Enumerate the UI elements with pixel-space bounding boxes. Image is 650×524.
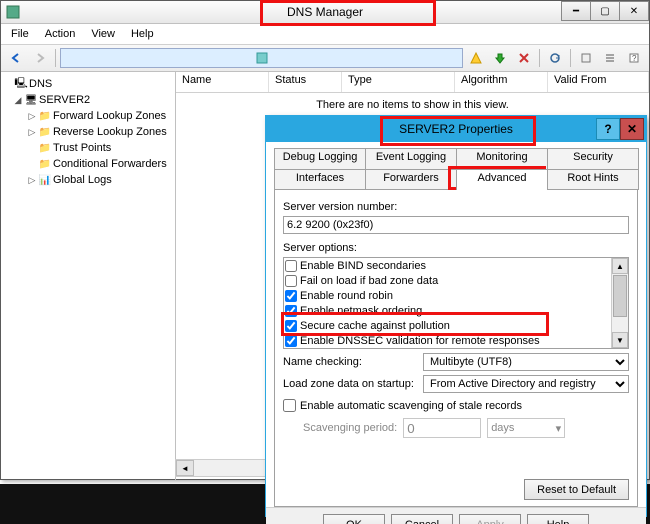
options-label: Server options: <box>283 242 629 254</box>
options-scrollbar[interactable]: ▲ ▼ <box>611 258 628 348</box>
close-button[interactable]: ✕ <box>619 1 649 21</box>
log-icon: 📊 <box>37 173 53 187</box>
dialog-close-button[interactable]: ✕ <box>620 118 644 140</box>
app-icon <box>5 4 21 20</box>
scavenging-unit: days▾ <box>487 418 565 438</box>
scroll-left-icon[interactable]: ◄ <box>176 460 194 476</box>
maximize-button[interactable]: ▢ <box>590 1 620 21</box>
checkbox[interactable] <box>285 305 297 317</box>
scavenging-checkbox[interactable] <box>283 399 296 412</box>
cancel-button[interactable]: Cancel <box>391 514 453 524</box>
svg-text:?: ? <box>632 54 637 63</box>
toolbar: ? <box>1 45 649 72</box>
tab-root-hints[interactable]: Root Hints <box>547 169 639 190</box>
tab-security[interactable]: Security <box>547 148 639 169</box>
menu-help[interactable]: Help <box>125 26 160 42</box>
scavenging-checkbox-row[interactable]: Enable automatic scavenging of stale rec… <box>283 399 629 412</box>
menu-bar: File Action View Help <box>1 24 649 45</box>
properties-dialog: SERVER2 Properties ? ✕ Debug Logging Eve… <box>265 115 647 517</box>
col-status[interactable]: Status <box>269 72 342 92</box>
scroll-thumb[interactable] <box>613 275 627 317</box>
apply-button[interactable]: Apply <box>459 514 521 524</box>
col-name[interactable]: Name <box>176 72 269 92</box>
checkbox[interactable] <box>285 320 297 332</box>
folder-icon: 📁 <box>37 125 53 139</box>
toolbar-btn-1[interactable] <box>60 48 463 68</box>
minimize-button[interactable]: ━ <box>561 1 591 21</box>
empty-message: There are no items to show in this view. <box>176 93 649 117</box>
checkbox[interactable] <box>285 290 297 302</box>
tree-item[interactable]: ▷📁Forward Lookup Zones <box>3 108 173 124</box>
dialog-title: SERVER2 Properties <box>399 122 513 136</box>
version-label: Server version number: <box>283 201 629 213</box>
tab-panel: Server version number: Server options: E… <box>274 189 638 507</box>
scroll-down-icon[interactable]: ▼ <box>612 332 628 348</box>
dialog-help-button[interactable]: ? <box>596 118 620 140</box>
name-checking-select[interactable]: Multibyte (UTF8) <box>423 353 629 371</box>
option-dnssec-validation[interactable]: Enable DNSSEC validation for remote resp… <box>284 333 628 348</box>
tab-event-logging[interactable]: Event Logging <box>365 148 457 169</box>
folder-icon: 📁 <box>37 157 53 171</box>
menu-file[interactable]: File <box>5 26 35 42</box>
tree-item[interactable]: ▷📊Global Logs <box>3 172 173 188</box>
checkbox[interactable] <box>285 260 297 272</box>
scavenging-value <box>403 418 481 438</box>
tree-item[interactable]: 📁Trust Points <box>3 140 173 156</box>
toolbar-props[interactable] <box>575 47 597 69</box>
option-bind-secondaries[interactable]: Enable BIND secondaries <box>284 258 628 273</box>
tree-server[interactable]: ◢🖥SERVER2 <box>3 92 173 108</box>
col-algorithm[interactable]: Algorithm <box>455 72 548 92</box>
chevron-down-icon: ▾ <box>556 422 562 435</box>
dialog-titlebar: SERVER2 Properties ? ✕ <box>266 116 646 142</box>
toolbar-btn-3[interactable] <box>489 47 511 69</box>
folder-icon: 📁 <box>37 141 53 155</box>
tab-forwarders[interactable]: Forwarders <box>365 169 457 190</box>
load-zone-select[interactable]: From Active Directory and registry <box>423 375 629 393</box>
ok-button[interactable]: OK <box>323 514 385 524</box>
tree-root[interactable]: 🖳DNS <box>3 76 173 92</box>
server-icon: 🖥 <box>23 93 39 107</box>
toolbar-list[interactable] <box>599 47 621 69</box>
toolbar-help[interactable]: ? <box>623 47 645 69</box>
option-netmask-ordering[interactable]: Enable netmask ordering <box>284 303 628 318</box>
tab-debug-logging[interactable]: Debug Logging <box>274 148 366 169</box>
name-checking-label: Name checking: <box>283 356 423 368</box>
toolbar-delete[interactable] <box>513 47 535 69</box>
dialog-button-row: OK Cancel Apply Help <box>266 507 646 524</box>
window-title: DNS Manager <box>287 5 363 19</box>
tab-advanced[interactable]: Advanced <box>456 169 548 190</box>
tab-interfaces[interactable]: Interfaces <box>274 169 366 190</box>
tree-item[interactable]: ▷📁Reverse Lookup Zones <box>3 124 173 140</box>
toolbar-btn-2[interactable] <box>465 47 487 69</box>
scavenging-period-label: Scavenging period: <box>303 422 397 434</box>
scroll-up-icon[interactable]: ▲ <box>612 258 628 274</box>
checkbox[interactable] <box>285 275 297 287</box>
checkbox[interactable] <box>285 335 297 347</box>
forward-button[interactable] <box>29 47 51 69</box>
titlebar: DNS Manager ━ ▢ ✕ <box>1 1 649 24</box>
folder-icon: 📁 <box>37 109 53 123</box>
tree-item[interactable]: 📁Conditional Forwarders <box>3 156 173 172</box>
menu-action[interactable]: Action <box>39 26 82 42</box>
option-round-robin[interactable]: Enable round robin <box>284 288 628 303</box>
dns-icon: 🖳 <box>13 77 29 91</box>
option-fail-bad-zone[interactable]: Fail on load if bad zone data <box>284 273 628 288</box>
reset-to-default-button[interactable]: Reset to Default <box>524 479 629 500</box>
menu-view[interactable]: View <box>85 26 121 42</box>
help-button[interactable]: Help <box>527 514 589 524</box>
scavenging-check-label: Enable automatic scavenging of stale rec… <box>300 400 522 412</box>
tab-monitoring[interactable]: Monitoring <box>456 148 548 169</box>
tree-pane: 🖳DNS ◢🖥SERVER2 ▷📁Forward Lookup Zones ▷📁… <box>1 72 176 480</box>
col-validfrom[interactable]: Valid From <box>548 72 649 92</box>
load-zone-label: Load zone data on startup: <box>283 378 423 390</box>
column-headers: Name Status Type Algorithm Valid From <box>176 72 649 93</box>
toolbar-refresh[interactable] <box>544 47 566 69</box>
server-options-list[interactable]: Enable BIND secondaries Fail on load if … <box>283 257 629 349</box>
option-secure-cache[interactable]: Secure cache against pollution <box>284 318 628 333</box>
back-button[interactable] <box>5 47 27 69</box>
version-value <box>283 216 629 234</box>
col-type[interactable]: Type <box>342 72 455 92</box>
